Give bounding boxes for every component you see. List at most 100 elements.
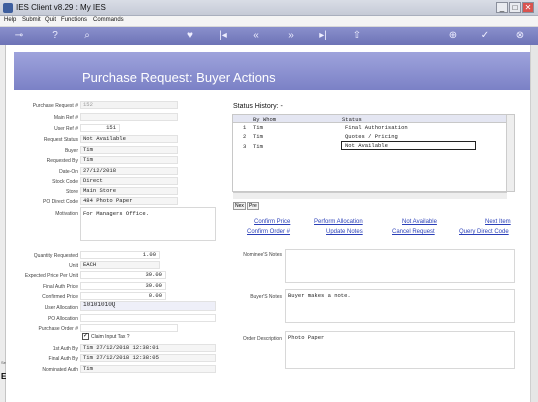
request-status-label: Request Status	[43, 137, 78, 143]
purchase-order-field[interactable]	[80, 324, 178, 332]
page-title: Purchase Request: Buyer Actions	[82, 70, 276, 85]
minimize-button[interactable]: _	[496, 2, 508, 13]
unit-label: Unit	[69, 263, 78, 269]
col-header-status: Status	[342, 116, 362, 123]
purchase-order-label: Purchase Order #	[38, 326, 78, 332]
menu-submit[interactable]: Submit	[22, 17, 41, 23]
store-field: Main Store	[80, 187, 178, 195]
maximize-button[interactable]: □	[509, 2, 521, 13]
update-notes-link[interactable]: Update Notes	[326, 229, 363, 235]
date-on-label: Date-On	[59, 169, 78, 175]
row-status-1[interactable]: Final Authorisation	[345, 124, 408, 131]
store-label: Store	[66, 189, 78, 195]
final-auth-price-label: Final Auth Price	[42, 284, 78, 290]
row-who-2[interactable]: Tim	[253, 133, 263, 140]
po-allocation-field[interactable]	[80, 314, 216, 322]
first-auth-field: Tim 27/12/2018 12:38:01	[80, 344, 216, 352]
search-icon[interactable]: ⌕	[80, 29, 94, 43]
nominated-auth-label: Nominated Auth	[42, 367, 78, 373]
key-icon[interactable]: ⊸	[8, 29, 30, 43]
not-available-link[interactable]: Not Available	[402, 219, 437, 225]
stock-code-field: Direct	[80, 177, 178, 185]
buyer-label: Buyer	[64, 148, 78, 154]
final-auth-price-field[interactable]: 39.00	[80, 282, 166, 290]
check-icon[interactable]: ✓	[478, 29, 492, 43]
final-auth-field: Tim 27/12/2018 12:38:05	[80, 354, 216, 362]
query-direct-code-link[interactable]: Query Direct Code	[459, 229, 509, 235]
add-icon[interactable]: ⊕	[446, 29, 460, 43]
requested-by-label: Requested By	[46, 158, 78, 164]
purchase-request-label: Purchase Request #	[32, 103, 78, 109]
buyer-notes-textarea[interactable]: Buyer makes a note.	[285, 289, 515, 323]
motivation-label: Motivation	[55, 211, 78, 217]
expected-price-field[interactable]: 39.00	[80, 271, 166, 279]
user-ref-field[interactable]: 151	[80, 124, 120, 132]
po-allocation-label: PO Allocation	[47, 316, 78, 322]
prev-icon[interactable]: «	[249, 29, 263, 43]
final-auth-label: Final Auth By	[48, 356, 78, 362]
next-icon[interactable]: »	[284, 29, 298, 43]
unit-field: EACH	[80, 261, 160, 269]
next-item-link[interactable]: Next Item	[485, 219, 511, 225]
user-allocation-field[interactable]: 10101010Q	[80, 301, 216, 311]
date-on-field: 27/12/2018	[80, 167, 178, 175]
po-direct-code-field: 484 Photo Paper	[80, 197, 178, 205]
nominated-auth-field: Tim	[80, 365, 216, 373]
nominee-notes-label: Nominee'S Notes	[243, 252, 282, 258]
po-direct-code-label: PO Direct Code	[42, 199, 78, 205]
close-button[interactable]: ✕	[522, 2, 534, 13]
menu-commands[interactable]: Commands	[93, 17, 124, 23]
row-num-1: 1	[243, 124, 247, 131]
order-description-textarea[interactable]: Photo Paper	[285, 331, 515, 369]
row-who-3[interactable]: Tim	[253, 143, 263, 150]
row-who-1[interactable]: Tim	[253, 124, 263, 131]
help-icon[interactable]: ?	[48, 29, 62, 43]
user-ref-label: User Ref #	[54, 126, 78, 132]
user-allocation-label: User Allocation	[44, 305, 78, 311]
purchase-request-field: 152	[80, 101, 178, 109]
last-icon[interactable]: ▸|	[316, 29, 330, 43]
row-num-3: 3	[243, 143, 247, 150]
first-icon[interactable]: |◂	[216, 29, 230, 43]
nominee-notes-textarea[interactable]	[285, 249, 515, 283]
cancel-request-link[interactable]: Cancel Request	[392, 229, 435, 235]
row-num-2: 2	[243, 133, 247, 140]
row-status-3-selected[interactable]: Not Available	[341, 141, 476, 150]
main-ref-label: Main Ref #	[53, 115, 78, 121]
prev-record-button[interactable]: Pre	[247, 202, 259, 210]
menu-help[interactable]: Help	[4, 17, 16, 23]
menu-quit[interactable]: Quit	[45, 17, 56, 23]
motivation-textarea[interactable]: For Managers Office.	[80, 207, 216, 241]
upload-icon[interactable]: ⇧	[350, 29, 364, 43]
window-title: IES Client v8.29 : My IES	[16, 3, 106, 12]
confirmed-price-field[interactable]: 0.00	[80, 292, 166, 300]
quantity-field[interactable]: 1.00	[80, 251, 160, 259]
grid-hscroll[interactable]	[233, 192, 507, 199]
requested-by-field: Tim	[80, 156, 178, 164]
buyer-field: Tim	[80, 146, 178, 154]
confirm-order-link[interactable]: Confirm Order #	[247, 229, 290, 235]
menu-functions[interactable]: Functions	[61, 17, 87, 23]
expected-price-label: Expected Price Per Unit	[24, 273, 78, 279]
stock-code-label: Stock Code	[52, 179, 78, 185]
buyer-notes-label: Buyer'S Notes	[250, 294, 282, 300]
request-status-field: Not Available	[80, 135, 178, 143]
heart-icon[interactable]: ♥	[183, 29, 197, 43]
perform-allocation-link[interactable]: Perform Allocation	[314, 219, 363, 225]
grid-vscroll[interactable]	[506, 115, 514, 191]
row-status-2[interactable]: Quotes / Pricing	[345, 133, 398, 140]
col-header-by-whom: By Whom	[253, 116, 277, 123]
confirm-price-link[interactable]: Confirm Price	[254, 219, 290, 225]
claim-input-tax-label: Claim Input Tax ?	[91, 334, 130, 340]
confirmed-price-label: Confirmed Price	[42, 294, 78, 300]
vertical-scrollbar[interactable]	[530, 45, 538, 402]
quantity-label: Quantity Requested	[33, 253, 78, 259]
cancel-icon[interactable]: ⊗	[513, 29, 527, 43]
main-ref-field[interactable]	[80, 113, 178, 121]
claim-input-tax-checkbox[interactable]: ✓	[82, 333, 89, 340]
next-record-button[interactable]: Nex	[233, 202, 246, 210]
order-description-label: Order Description	[242, 336, 282, 342]
app-icon	[3, 3, 13, 13]
status-history-title: Status History: -	[233, 103, 283, 110]
first-auth-label: 1st Auth By	[52, 346, 78, 352]
